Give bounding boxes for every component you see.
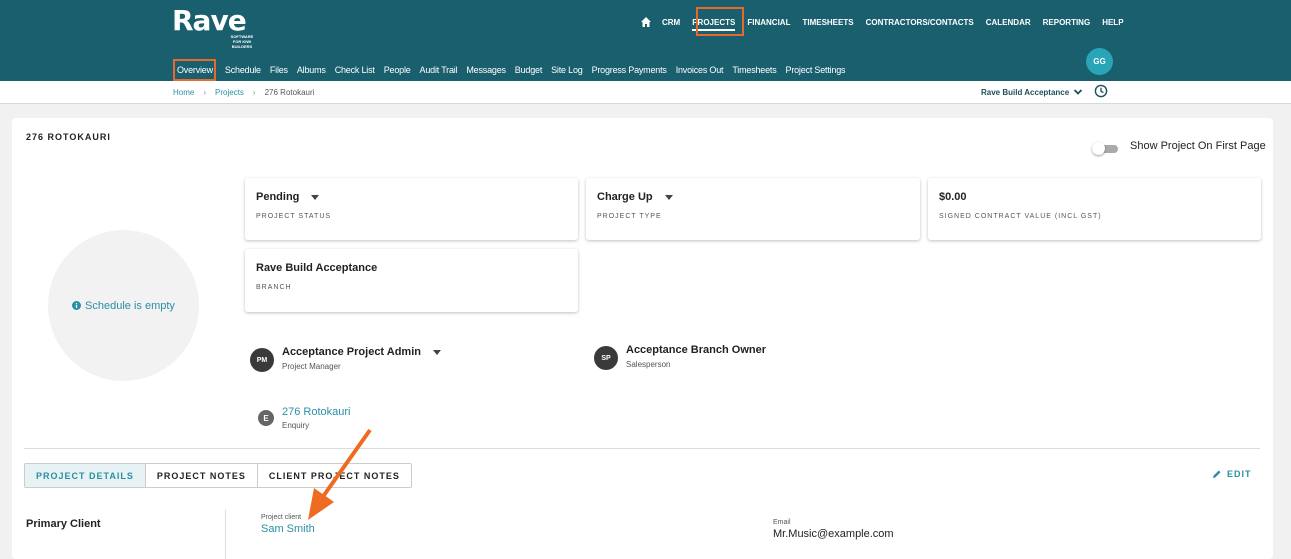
project-status-card[interactable]: Pending PROJECT STATUS — [245, 178, 578, 240]
logo-wordmark: Rave — [172, 4, 247, 37]
avatar: PM — [250, 348, 274, 372]
nav-crm[interactable]: CRM — [662, 18, 680, 27]
salesperson-name: Acceptance Branch Owner — [626, 344, 766, 356]
project-status-label: PROJECT STATUS — [256, 213, 332, 220]
primary-client-heading: Primary Client — [26, 518, 101, 530]
edit-label: EDIT — [1227, 469, 1252, 479]
email-field: Email Mr.Music@example.com — [773, 519, 894, 540]
project-manager: PM Acceptance Project Admin Project Mana… — [250, 346, 441, 372]
schedule-empty-text: Schedule is empty — [85, 299, 175, 312]
caret-down-icon — [664, 194, 673, 200]
project-manager-name: Acceptance Project Admin — [282, 346, 421, 358]
chevron-down-icon — [1074, 89, 1083, 95]
breadcrumb-current: 276 Rotokauri — [264, 88, 315, 97]
caret-down-icon — [311, 194, 320, 200]
salesperson: SP Acceptance Branch Owner Salesperson — [594, 344, 766, 370]
branch-value: Rave Build Acceptance — [256, 262, 378, 274]
project-sub-nav: Overview Schedule Files Albums Check Lis… — [174, 60, 854, 80]
subnav-files[interactable]: Files — [270, 65, 288, 75]
project-client-link[interactable]: Sam Smith — [261, 523, 315, 535]
toggle-knob — [1092, 142, 1105, 155]
tab-project-notes[interactable]: PROJECT NOTES — [146, 464, 258, 487]
nav-calendar[interactable]: CALENDAR — [986, 18, 1031, 27]
project-manager-dropdown[interactable]: Acceptance Project Admin — [282, 346, 441, 358]
edit-button[interactable]: EDIT — [1212, 469, 1252, 479]
caret-down-icon — [432, 349, 441, 355]
highlight-box-projects — [696, 7, 744, 36]
clock-icon[interactable] — [1094, 84, 1108, 98]
subnav-people[interactable]: People — [384, 65, 411, 75]
subnav-albums[interactable]: Albums — [297, 65, 326, 75]
rave-logo[interactable]: Rave SOFTWARE FOR KIWI BUILDERS — [172, 4, 253, 50]
branch-label: BRANCH — [256, 284, 292, 291]
top-bar: Rave SOFTWARE FOR KIWI BUILDERS CRM PROJ… — [0, 0, 1291, 81]
pencil-icon — [1213, 470, 1221, 478]
project-type-label: PROJECT TYPE — [597, 213, 662, 220]
project-type-value: Charge Up — [597, 191, 653, 203]
enquiry-icon: E — [258, 410, 274, 426]
project-overview-card: 276 ROTOKAURI Show Project On First Page… — [12, 118, 1273, 559]
subnav-timesheets[interactable]: Timesheets — [732, 65, 776, 75]
nav-reporting[interactable]: REPORTING — [1043, 18, 1091, 27]
subnav-budget[interactable]: Budget — [515, 65, 543, 75]
project-type-card[interactable]: Charge Up PROJECT TYPE — [586, 178, 920, 240]
subnav-audit-trail[interactable]: Audit Trail — [420, 65, 458, 75]
breadcrumb-home[interactable]: Home — [173, 88, 194, 97]
enquiry-link[interactable]: 276 Rotokauri — [282, 406, 351, 418]
tab-project-details[interactable]: PROJECT DETAILS — [25, 464, 146, 487]
project-manager-role: Project Manager — [282, 362, 341, 371]
subnav-progress-payments[interactable]: Progress Payments — [592, 65, 667, 75]
email-value: Mr.Music@example.com — [773, 528, 894, 540]
project-status-dropdown[interactable]: Pending — [256, 191, 320, 203]
highlight-box-overview — [173, 59, 216, 81]
show-first-page-toggle[interactable] — [1092, 142, 1118, 155]
subnav-invoices-out[interactable]: Invoices Out — [676, 65, 724, 75]
nav-financial[interactable]: FINANCIAL — [747, 18, 790, 27]
info-icon — [72, 301, 82, 310]
project-title: 276 ROTOKAURI — [26, 132, 111, 142]
breadcrumb: Home › Projects › 276 Rotokauri — [173, 88, 314, 97]
breadcrumb-bar: Home › Projects › 276 Rotokauri Rave Bui… — [0, 81, 1291, 104]
subnav-messages[interactable]: Messages — [466, 65, 506, 75]
subnav-project-settings[interactable]: Project Settings — [786, 65, 846, 75]
project-client-label: Project client — [261, 514, 302, 521]
branch-selector-label: Rave Build Acceptance — [981, 87, 1070, 97]
project-client-field: Project client Sam Smith — [261, 514, 315, 535]
user-avatar[interactable]: GG — [1086, 48, 1113, 75]
enquiry: E 276 Rotokauri Enquiry — [258, 406, 351, 430]
breadcrumb-separator-icon: › — [203, 88, 207, 97]
subnav-check-list[interactable]: Check List — [335, 65, 375, 75]
contract-value-card: $0.00 SIGNED CONTRACT VALUE (INCL GST) — [928, 178, 1261, 240]
enquiry-role: Enquiry — [282, 421, 310, 430]
contract-value-label: SIGNED CONTRACT VALUE (INCL GST) — [939, 213, 1102, 220]
subnav-site-log[interactable]: Site Log — [551, 65, 583, 75]
project-type-dropdown[interactable]: Charge Up — [597, 191, 673, 203]
breadcrumb-separator-icon: › — [252, 88, 256, 97]
nav-contractors-contacts[interactable]: CONTRACTORS/CONTACTS — [866, 18, 974, 27]
nav-help[interactable]: HELP — [1102, 18, 1123, 27]
home-icon[interactable] — [640, 16, 652, 28]
show-first-page-label: Show Project On First Page — [1130, 140, 1266, 152]
branch-selector[interactable]: Rave Build Acceptance — [981, 87, 1083, 97]
schedule-empty-message: Schedule is empty — [72, 300, 175, 312]
salesperson-role: Salesperson — [626, 360, 671, 369]
project-status-value: Pending — [256, 191, 300, 203]
breadcrumb-projects[interactable]: Projects — [215, 88, 244, 97]
avatar: SP — [594, 346, 618, 370]
logo-tagline: SOFTWARE FOR KIWI BUILDERS — [230, 34, 254, 49]
branch-card: Rave Build Acceptance BRANCH — [245, 249, 578, 312]
section-divider — [24, 448, 1260, 449]
subnav-schedule[interactable]: Schedule — [225, 65, 261, 75]
schedule-progress-circle: Schedule is empty — [48, 230, 199, 381]
email-label: Email — [773, 519, 791, 526]
tab-client-project-notes[interactable]: CLIENT PROJECT NOTES — [258, 464, 411, 487]
contract-value: $0.00 — [939, 191, 967, 203]
details-tabs: PROJECT DETAILS PROJECT NOTES CLIENT PRO… — [24, 463, 412, 488]
nav-timesheets[interactable]: TIMESHEETS — [802, 18, 853, 27]
vertical-divider — [225, 510, 226, 559]
